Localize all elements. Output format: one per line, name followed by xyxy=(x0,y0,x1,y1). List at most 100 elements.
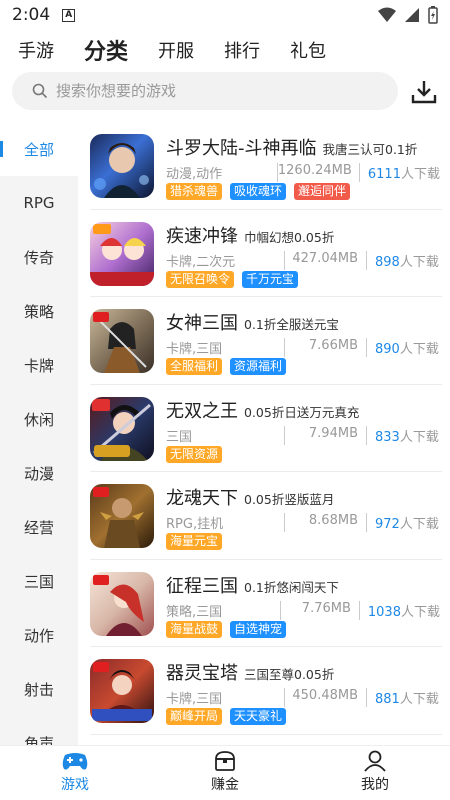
game-title[interactable]: 征程三国 0.1折悠闲闯天下 xyxy=(166,572,339,598)
tag-list: 巅峰开局 天天豪礼 xyxy=(166,708,287,725)
game-title[interactable]: 斗罗大陆-斗神再临 我唐三认可0.1折 xyxy=(166,134,417,160)
game-size: 7.76MB xyxy=(279,600,359,620)
game-name: 无双之王 xyxy=(166,400,238,422)
game-title[interactable]: 器灵宝塔 三国至尊0.05折 xyxy=(166,659,334,685)
treasure-chest-icon xyxy=(215,751,235,771)
game-tag: 邂逅同伴 xyxy=(294,183,351,200)
game-title[interactable]: 女神三国 0.1折全服送元宝 xyxy=(166,309,339,335)
game-name: 龙魂天下 xyxy=(166,488,238,509)
game-icon[interactable] xyxy=(90,221,154,286)
app-notification-icon: A xyxy=(62,8,76,22)
category-casual[interactable]: 休闲 xyxy=(0,392,78,446)
download-number: 890 xyxy=(375,342,400,357)
tab-mobile-games[interactable]: 手游 xyxy=(18,37,54,63)
search-icon xyxy=(32,83,48,99)
game-tag: 巅峰开局 xyxy=(166,708,223,725)
gamepad-icon xyxy=(62,753,88,770)
game-genre: 动漫,动作 xyxy=(166,167,223,182)
game-meta: 卡牌,三国 450.48MB 881人下载 xyxy=(166,688,440,707)
game-genre: 三国 xyxy=(166,429,193,445)
category-all[interactable]: 全部 xyxy=(0,122,78,176)
category-rpg[interactable]: RPG xyxy=(0,176,78,230)
game-size: 450.48MB xyxy=(284,688,366,707)
game-genre: 卡牌,三国 xyxy=(166,692,223,707)
category-shooter[interactable]: 射击 xyxy=(0,662,78,716)
game-name: 器灵宝塔 xyxy=(166,663,238,684)
download-number: 881 xyxy=(375,692,400,707)
status-icons xyxy=(378,6,438,24)
game-name: 疾速冲锋 xyxy=(166,225,238,247)
game-tag: 全服福利 xyxy=(166,358,223,375)
category-anime[interactable]: 动漫 xyxy=(0,446,78,500)
category-legend[interactable]: 传奇 xyxy=(0,230,78,284)
search-box[interactable] xyxy=(12,72,398,110)
game-row[interactable]: 征程三国 0.1折悠闲闯天下 策略,三国 7.76MB 1038人下载 海量战鼓 … xyxy=(90,560,442,647)
download-icon[interactable] xyxy=(410,78,438,106)
game-icon[interactable] xyxy=(90,659,154,723)
download-suffix: 人下载 xyxy=(400,167,440,182)
game-title[interactable]: 龙魂天下 0.05折竖版蓝月 xyxy=(166,484,334,510)
category-action[interactable]: 动作 xyxy=(0,608,78,662)
game-title[interactable]: 疾速冲锋 巾帼幻想0.05折 xyxy=(166,222,334,248)
game-genre: 卡牌,二次元 xyxy=(166,254,236,270)
game-meta: 卡牌,二次元 427.04MB 898人下载 xyxy=(166,250,440,270)
game-tag: 吸收魂环 xyxy=(230,183,287,200)
download-suffix: 人下载 xyxy=(399,254,439,270)
download-count: 881人下载 xyxy=(366,688,439,707)
game-promo: 0.1折全服送元宝 xyxy=(244,317,339,332)
game-row[interactable]: 龙魂天下 0.05折竖版蓝月 RPG,挂机 8.68MB 972人下载 海量元宝 xyxy=(90,472,442,560)
download-count: 1038人下载 xyxy=(358,600,440,620)
game-meta: 动漫,动作 1260.24MB 6111人下载 xyxy=(166,163,440,182)
category-strategy[interactable]: 策略 xyxy=(0,284,78,338)
game-icon[interactable] xyxy=(90,134,154,198)
download-count: 6111人下载 xyxy=(358,163,440,182)
category-three-kingdoms[interactable]: 三国 xyxy=(0,554,78,608)
download-count: 890人下载 xyxy=(366,338,439,357)
search-input[interactable] xyxy=(56,82,356,100)
game-row[interactable]: 斗罗大陆-斗神再临 我唐三认可0.1折 动漫,动作 1260.24MB 6111人… xyxy=(90,122,442,210)
tag-list: 无限召唤令 千万元宝 xyxy=(166,270,299,288)
tab-ranking[interactable]: 排行 xyxy=(224,37,260,63)
game-icon[interactable] xyxy=(90,309,154,373)
game-genre: 策略,三国 xyxy=(166,604,223,620)
download-number: 972 xyxy=(375,517,400,532)
game-icon[interactable] xyxy=(90,484,154,548)
game-meta: 三国 7.94MB 833人下载 xyxy=(166,425,440,445)
game-tag: 无限召唤令 xyxy=(166,270,235,288)
download-count: 898人下载 xyxy=(366,250,439,270)
game-name: 征程三国 xyxy=(166,575,238,597)
top-tab-bar: 手游 分类 开服 排行 礼包 xyxy=(0,30,450,70)
game-meta: 策略,三国 7.76MB 1038人下载 xyxy=(166,600,440,620)
game-promo: 三国至尊0.05折 xyxy=(244,667,335,682)
category-roleplay[interactable]: 角声 xyxy=(0,716,78,746)
download-suffix: 人下载 xyxy=(399,429,439,445)
game-promo: 巾帼幻想0.05折 xyxy=(244,229,335,245)
game-row[interactable]: 疾速冲锋 巾帼幻想0.05折 卡牌,二次元 427.04MB 898人下载 无限召… xyxy=(90,210,442,297)
download-count: 833人下载 xyxy=(366,425,439,445)
tab-category[interactable]: 分类 xyxy=(84,34,128,66)
game-size: 8.68MB xyxy=(284,513,366,532)
game-genre: RPG,挂机 xyxy=(166,517,224,532)
category-card[interactable]: 卡牌 xyxy=(0,338,78,392)
tab-server-open[interactable]: 开服 xyxy=(158,37,194,63)
game-tag: 天天豪礼 xyxy=(230,708,287,725)
game-name: 斗罗大陆-斗神再临 xyxy=(166,138,317,159)
nav-profile[interactable]: 我的 xyxy=(300,746,450,800)
download-suffix: 人下载 xyxy=(399,692,439,707)
download-count: 972人下载 xyxy=(366,513,439,532)
nav-games[interactable]: 游戏 xyxy=(0,746,150,800)
game-tag: 海量元宝 xyxy=(166,533,223,550)
nav-earn[interactable]: 赚金 xyxy=(150,746,300,800)
game-row[interactable]: 器灵宝塔 三国至尊0.05折 卡牌,三国 450.48MB 881人下载 巅峰开局… xyxy=(90,647,442,735)
category-management[interactable]: 经营 xyxy=(0,500,78,554)
game-row[interactable]: 女神三国 0.1折全服送元宝 卡牌,三国 7.66MB 890人下载 全服福利 资… xyxy=(90,297,442,385)
game-size: 1260.24MB xyxy=(276,163,359,182)
nav-earn-label: 赚金 xyxy=(211,777,239,793)
game-title[interactable]: 无双之王 0.05折日送万元真充 xyxy=(166,397,359,423)
download-suffix: 人下载 xyxy=(399,517,439,532)
tab-gift[interactable]: 礼包 xyxy=(290,37,326,63)
game-icon[interactable] xyxy=(90,571,154,636)
status-time: 2:04 xyxy=(12,5,51,25)
game-icon[interactable] xyxy=(90,396,154,461)
game-row[interactable]: 无双之王 0.05折日送万元真充 三国 7.94MB 833人下载 无限资源 xyxy=(90,385,442,472)
